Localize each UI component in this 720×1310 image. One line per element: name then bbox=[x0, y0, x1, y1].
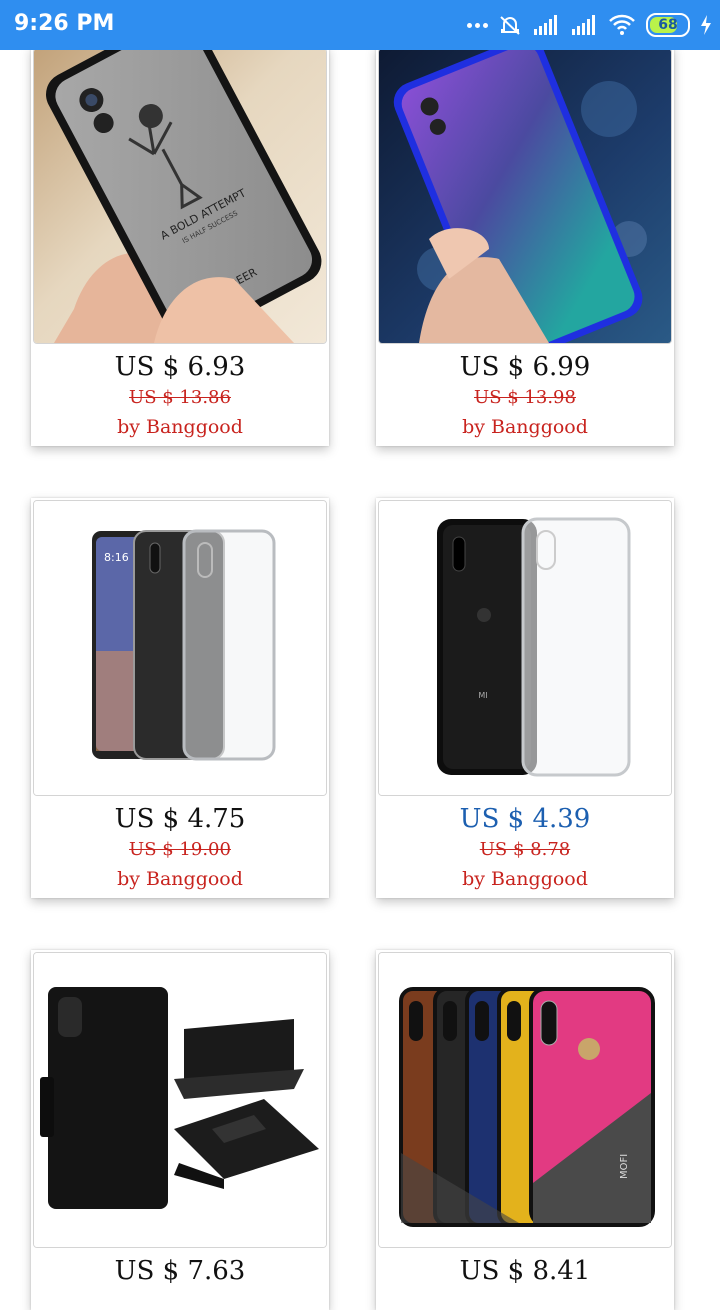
product-info: US $ 4.75 US $ 19.00 by Banggood bbox=[31, 796, 329, 890]
product-card[interactable]: MOFI US $ 8.41 bbox=[376, 950, 674, 1310]
product-card[interactable]: A BOLD ATTEMPT IS HALF SUCCESS DEER US $… bbox=[31, 46, 329, 446]
product-info: US $ 8.41 bbox=[376, 1248, 674, 1286]
product-seller[interactable]: by Banggood bbox=[31, 868, 329, 890]
signal-icon bbox=[534, 15, 557, 35]
battery-icon: 68 bbox=[646, 13, 690, 37]
product-image-clear-case[interactable]: 8:16 bbox=[33, 500, 327, 796]
status-icons: 68 bbox=[467, 10, 712, 40]
product-info: US $ 7.63 bbox=[31, 1248, 329, 1286]
product-image-deer-case[interactable]: A BOLD ATTEMPT IS HALF SUCCESS DEER bbox=[33, 48, 327, 344]
product-price: US $ 6.99 bbox=[459, 352, 591, 382]
product-image-fabric-cases[interactable]: MOFI bbox=[378, 952, 672, 1248]
product-info: US $ 6.93 US $ 13.86 by Banggood bbox=[31, 344, 329, 438]
product-price: US $ 7.63 bbox=[114, 1256, 246, 1286]
product-info: US $ 4.39 US $ 8.78 by Banggood bbox=[376, 796, 674, 890]
phone-logo: MI bbox=[478, 691, 487, 700]
product-info: US $ 6.99 US $ 13.98 by Banggood bbox=[376, 344, 674, 438]
product-seller[interactable]: by Banggood bbox=[31, 416, 329, 438]
product-seller[interactable]: by Banggood bbox=[376, 416, 674, 438]
product-price: US $ 4.39 bbox=[459, 804, 591, 834]
product-original-price: US $ 19.00 bbox=[129, 839, 231, 860]
mute-bell-icon bbox=[500, 16, 520, 35]
charging-icon bbox=[701, 15, 711, 35]
status-bar: 9:26 PM 68 bbox=[0, 0, 720, 50]
product-card[interactable]: US $ 6.99 US $ 13.98 by Banggood bbox=[376, 46, 674, 446]
clock: 9:26 PM bbox=[14, 11, 115, 36]
phone-screen-clock: 8:16 bbox=[104, 551, 129, 564]
product-image-gradient-case[interactable] bbox=[378, 48, 672, 344]
product-card[interactable]: US $ 7.63 bbox=[31, 950, 329, 1310]
product-price: US $ 8.41 bbox=[459, 1256, 591, 1286]
battery-level: 68 bbox=[658, 17, 678, 33]
more-notifications-icon bbox=[467, 22, 488, 28]
signal-icon-2 bbox=[572, 15, 595, 35]
product-original-price: US $ 8.78 bbox=[479, 839, 571, 860]
product-grid: A BOLD ATTEMPT IS HALF SUCCESS DEER US $… bbox=[0, 0, 720, 1310]
case-brand-logo: MOFI bbox=[619, 1154, 630, 1179]
product-image-wallet-case[interactable] bbox=[33, 952, 327, 1248]
product-price: US $ 4.75 bbox=[114, 804, 246, 834]
product-price: US $ 6.93 bbox=[114, 352, 246, 382]
product-image-black-phone-case[interactable]: MI bbox=[378, 500, 672, 796]
product-card[interactable]: 8:16 US $ 4.75 US $ 19.00 by Banggood bbox=[31, 498, 329, 898]
product-card[interactable]: MI US $ 4.39 US $ 8.78 by Banggood bbox=[376, 498, 674, 898]
product-original-price: US $ 13.98 bbox=[474, 387, 576, 408]
product-original-price: US $ 13.86 bbox=[129, 387, 231, 408]
product-seller[interactable]: by Banggood bbox=[376, 868, 674, 890]
wifi-icon bbox=[609, 14, 635, 35]
